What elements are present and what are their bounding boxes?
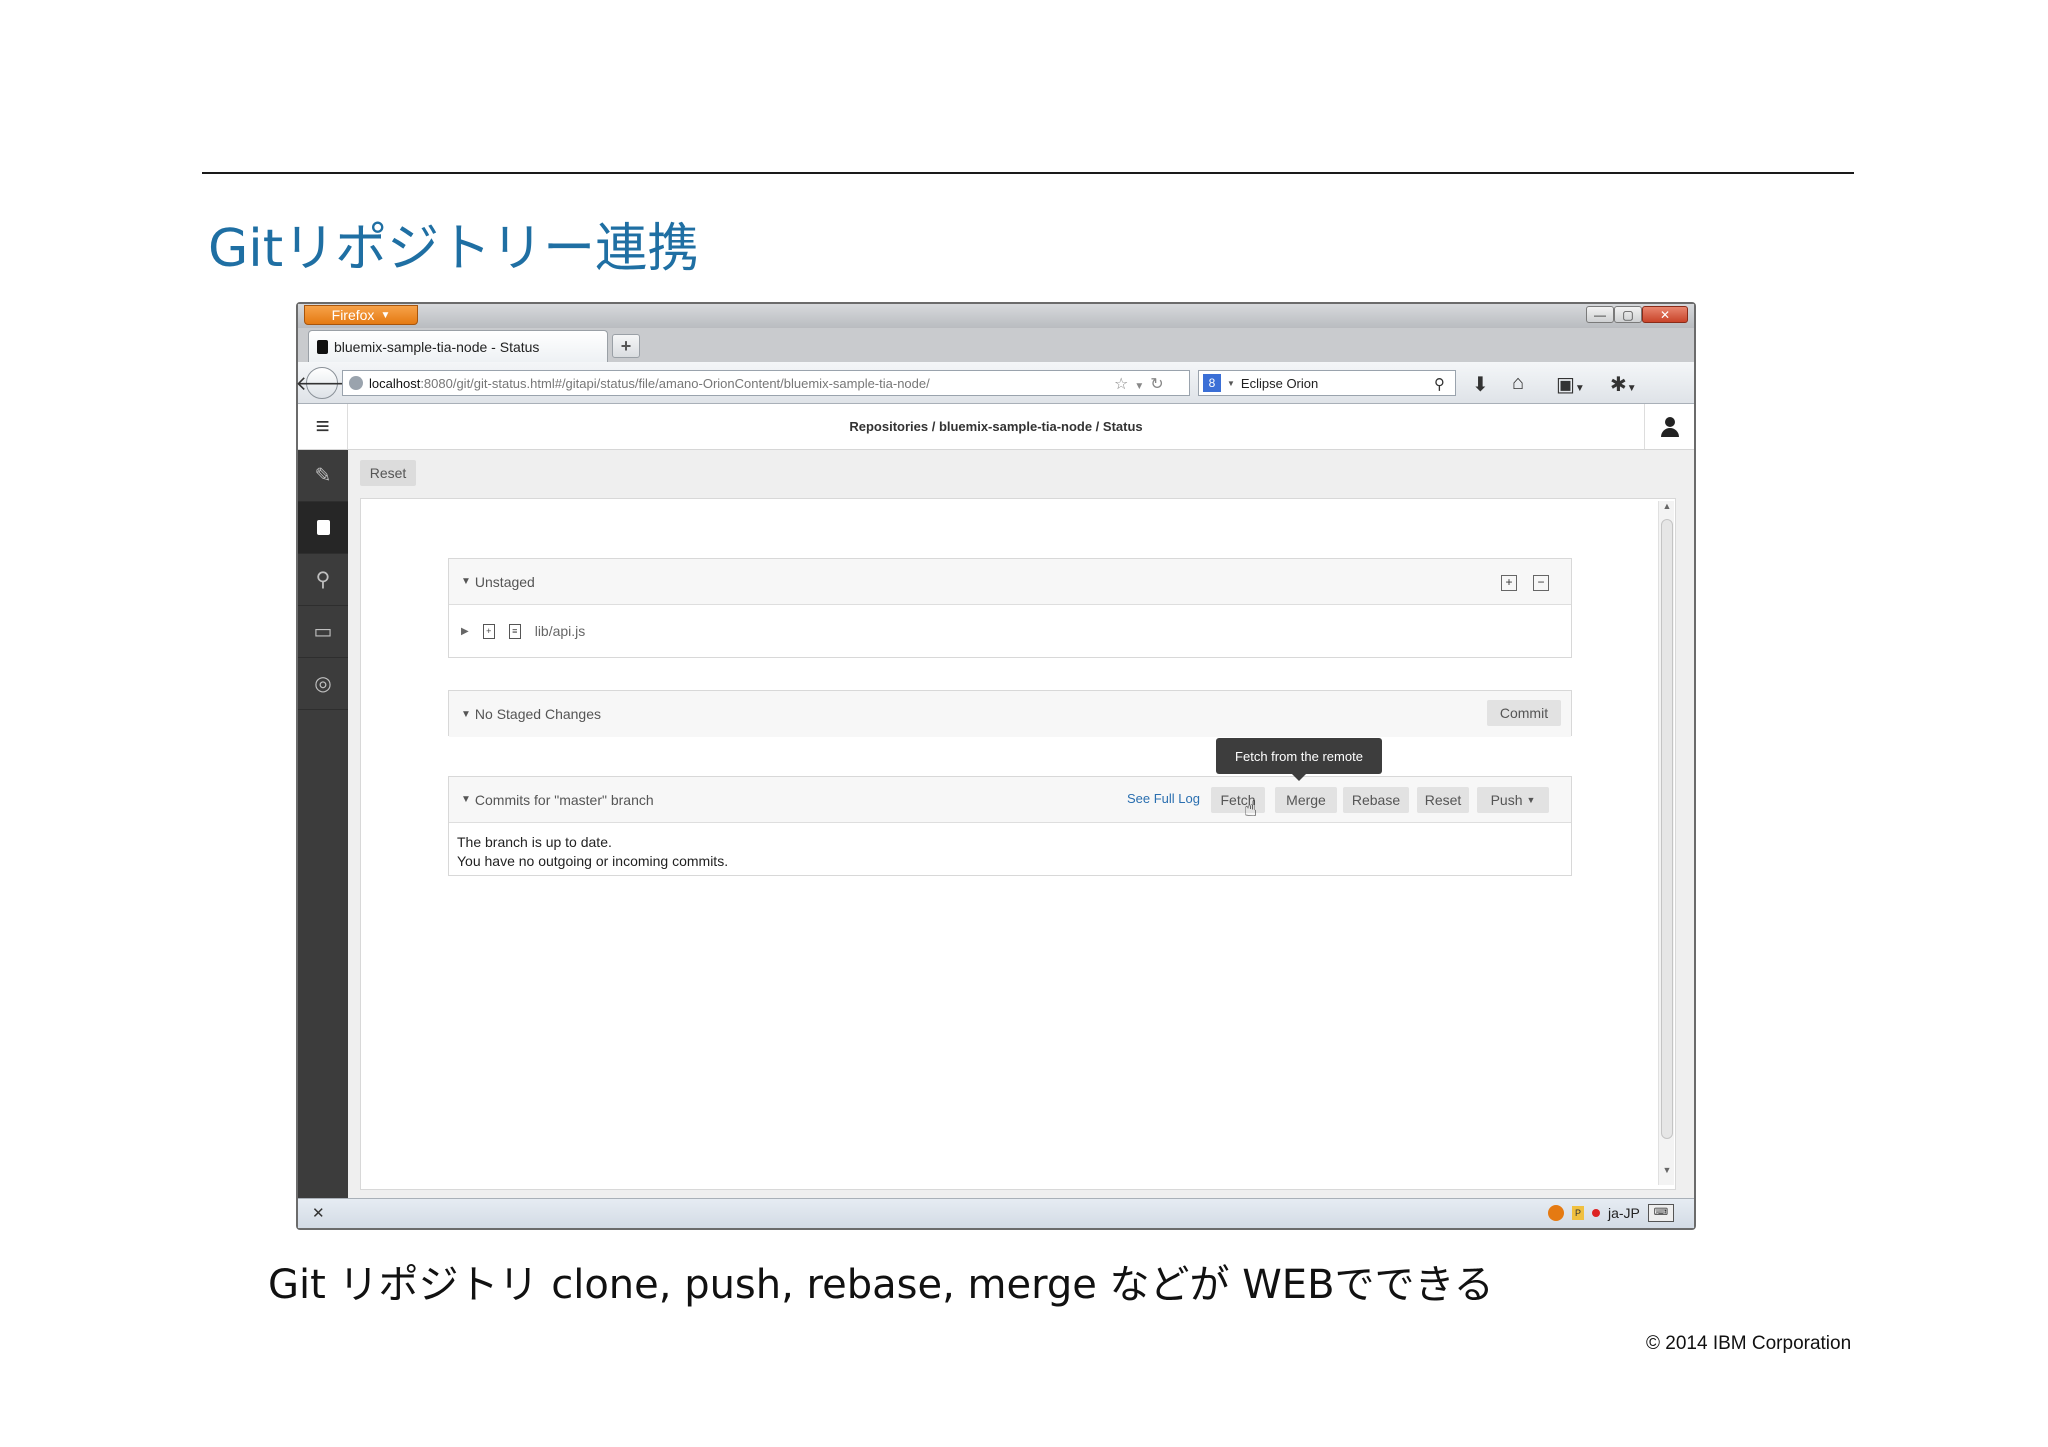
url-bar-actions: ☆▼↻ [1114,374,1170,394]
title-bar: Firefox ▼ — ▢ ✕ [298,304,1694,328]
hamburger-menu-icon[interactable]: ≡ [298,404,348,449]
bookmarks-icon[interactable]: ▣▼ [1556,372,1585,397]
user-icon[interactable] [1644,404,1694,449]
caret-down-icon: ▼ [461,708,471,720]
breadcrumb[interactable]: Repositories / bluemix-sample-tia-node /… [298,404,1694,449]
caret-right-icon[interactable]: ▶ [461,626,469,637]
reset-commits-button[interactable]: Reset [1417,787,1469,813]
search-engine-icon[interactable]: 8 [1203,374,1221,392]
arrow-left-icon: 🡐 [295,372,349,395]
globe-icon[interactable]: ◎ [298,658,348,710]
staged-header[interactable]: ▼ No Staged Changes [449,691,1571,737]
sidebar: ✎ ⚲ ▭ ◎ [298,450,348,1198]
copyright: © 2014 IBM Corporation [1646,1333,1852,1354]
search-icon[interactable]: ⚲ [298,554,348,606]
fetch-tooltip: Fetch from the remote [1216,738,1382,774]
hand-cursor-icon: ☝ [1244,796,1258,821]
git-repo-icon [317,339,328,354]
reload-icon[interactable]: ↻ [1150,376,1169,393]
tab-title: bluemix-sample-tia-node - Status [334,338,540,355]
tab-strip: bluemix-sample-tia-node - Status + [298,328,1694,362]
browser-window: Firefox ▼ — ▢ ✕ bluemix-sample-tia-node … [295,302,1696,1230]
chevron-down-icon: ▼ [1227,378,1235,388]
rebase-button[interactable]: Rebase [1343,787,1409,813]
back-button[interactable]: 🡐 [295,367,349,399]
pencil-icon[interactable]: ✎ [298,450,348,502]
search-icon[interactable]: ⚲ [1434,375,1445,393]
close-icon[interactable]: ✕ [312,1204,325,1222]
url-host: localhost [369,375,421,391]
slide-title: Gitリポジトリー連携 [208,219,700,279]
new-tab-button[interactable]: + [612,334,640,358]
maximize-button[interactable]: ▢ [1614,306,1642,323]
record-icon[interactable] [1592,1209,1600,1217]
file-name: lib/api.js [534,623,586,639]
file-icon: ≡ [508,623,521,639]
close-window-button[interactable]: ✕ [1642,306,1688,323]
commits-section: ▼ Commits for "master" branch See Full L… [448,776,1572,876]
caret-down-icon: ▼ [461,576,471,587]
addon-icon[interactable]: ✱▼ [1610,372,1637,397]
star-icon[interactable]: ☆ [1114,376,1134,393]
collapse-all-icon[interactable]: − [1533,575,1549,591]
commit-button[interactable]: Commit [1487,700,1561,726]
orion-app: Repositories / bluemix-sample-tia-node /… [298,404,1694,1198]
download-icon[interactable]: ⬇ [1472,372,1489,397]
shell-icon[interactable]: ▭ [298,606,348,658]
scroll-down-arrow[interactable]: ▼ [1661,1165,1673,1181]
globe-icon [349,376,363,390]
stage-file-icon[interactable]: + [482,623,495,639]
app-header: Repositories / bluemix-sample-tia-node /… [298,404,1694,450]
caret-down-icon: ▼ [461,794,471,805]
commits-status: The branch is up to date. You have no ou… [457,833,728,871]
search-bar[interactable]: 8 ▼ Eclipse Orion [1198,370,1456,396]
push-button[interactable]: Push ▼ [1477,787,1549,813]
list-item[interactable]: ▶ + ≡ lib/api.js [449,605,1583,657]
slide-caption: Git リポジトリ clone, push, rebase, merge などが… [268,1262,1494,1308]
firefox-icon[interactable] [1548,1205,1564,1221]
navigation-bar: 🡐 localhost:8080/git/git-status.html#/gi… [295,362,1694,404]
chevron-down-icon: ▼ [1526,795,1536,805]
see-full-log-link[interactable]: See Full Log [1127,791,1200,806]
browser-tab[interactable]: bluemix-sample-tia-node - Status [308,330,608,362]
chevron-down-icon[interactable]: ▼ [1134,381,1150,392]
staged-section: ▼ No Staged Changes Commit [448,690,1572,737]
firefox-menu-button[interactable]: Firefox ▼ [304,305,418,325]
commits-title: Commits for "master" branch [474,791,654,808]
unstaged-section: ▼ Unstaged + − ▶ + ≡ lib/api.js [448,558,1572,658]
status-bar: ✕ P ja-JP ⌨ [298,1198,1694,1228]
reset-button[interactable]: Reset [360,460,416,486]
chevron-down-icon: ▼ [380,309,391,321]
scrollbar[interactable]: ▲ ▼ [1658,501,1674,1185]
url-bar[interactable]: localhost:8080/git/git-status.html#/gita… [342,370,1190,396]
status-icons: P ja-JP ⌨ [1548,1204,1674,1222]
slide-divider [202,172,1854,174]
tooltip-arrow [1292,774,1306,781]
unstaged-title: Unstaged [474,573,535,590]
unstaged-header[interactable]: ▼ Unstaged [449,559,1571,605]
addon-p-icon[interactable]: P [1572,1206,1584,1220]
staged-title: No Staged Changes [474,706,601,722]
url-path: :8080/git/git-status.html#/gitapi/status… [420,375,930,391]
git-repository-icon[interactable] [298,502,348,554]
search-engine-name: Eclipse Orion [1240,375,1319,391]
merge-button[interactable]: Merge [1275,787,1337,813]
push-label: Push [1490,792,1523,808]
status-line-1: The branch is up to date. [457,834,612,850]
expand-all-icon[interactable]: + [1501,575,1517,591]
status-line-2: You have no outgoing or incoming commits… [457,853,729,869]
user-body [1661,428,1679,437]
locale-indicator[interactable]: ja-JP [1608,1205,1640,1221]
firefox-label: Firefox [331,307,375,323]
user-head [1665,417,1675,427]
scroll-thumb[interactable] [1661,519,1673,1139]
scroll-up-arrow[interactable]: ▲ [1661,501,1673,517]
ime-icon[interactable]: ⌨ [1647,1204,1674,1222]
minimize-button[interactable]: — [1586,306,1614,323]
home-icon[interactable]: ⌂ [1512,372,1524,395]
